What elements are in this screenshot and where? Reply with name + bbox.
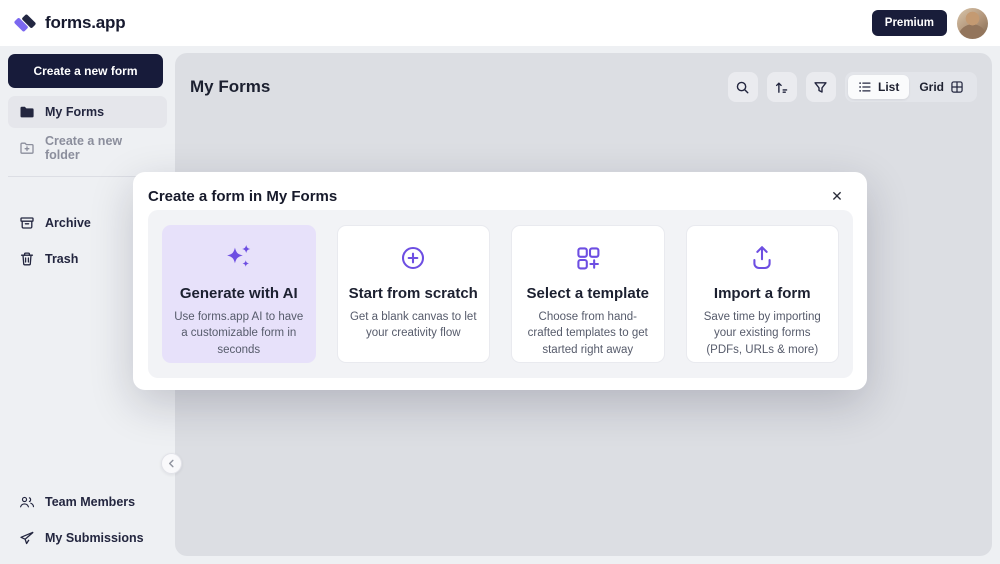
view-toggle-list-label: List [878,80,899,94]
sort-button[interactable] [767,72,797,102]
filter-button[interactable] [806,72,836,102]
grid-icon [950,80,964,94]
card-select-a-template[interactable]: Select a template Choose from hand-craft… [511,225,665,363]
upload-icon [696,238,830,278]
sidebar-item-team-members[interactable]: Team Members [8,486,167,518]
sidebar-item-label: Trash [45,252,78,266]
sidebar-item-my-forms[interactable]: My Forms [8,96,167,128]
sidebar-item-label: Create a new folder [45,134,156,162]
card-description: Choose from hand-crafted templates to ge… [521,309,655,358]
forms-app-logo-icon [12,10,38,36]
filter-icon [813,80,828,95]
close-modal-button[interactable]: ✕ [825,184,849,208]
archive-icon [19,215,35,231]
card-generate-with-ai[interactable]: Generate with AI Use forms.app AI to hav… [162,225,316,363]
brand-name: forms.app [45,13,125,33]
card-description: Use forms.app AI to have a customizable … [172,309,306,358]
plus-circle-icon [347,238,481,278]
trash-icon [19,251,35,267]
view-toggle-grid[interactable]: Grid [909,75,974,99]
template-grid-icon [521,238,655,278]
card-title: Start from scratch [347,285,481,302]
card-import-a-form[interactable]: Import a form Save time by importing you… [686,225,840,363]
paper-plane-icon [19,530,35,546]
premium-button[interactable]: Premium [872,10,947,36]
create-form-modal: Create a form in My Forms ✕ Generate wit… [133,172,867,390]
toolbar: List Grid [728,72,977,102]
chevron-left-icon [167,459,176,468]
modal-header: Create a form in My Forms ✕ [133,172,867,208]
sidebar-item-label: Team Members [45,495,135,509]
team-icon [19,494,35,510]
sidebar-bottom: Team Members My Submissions [0,482,175,558]
folder-plus-icon [19,140,35,156]
search-icon [735,80,750,95]
sidebar-item-label: Archive [45,216,91,230]
sidebar-item-label: My Submissions [45,531,144,545]
card-title: Import a form [696,285,830,302]
list-icon [858,80,872,94]
card-description: Get a blank canvas to let your creativit… [347,309,481,342]
view-toggle-grid-label: Grid [919,80,944,94]
panel-header: My Forms [175,53,992,102]
card-title: Select a template [521,285,655,302]
folder-icon [19,104,35,120]
sidebar-item-label: My Forms [45,105,104,119]
close-icon: ✕ [831,188,843,204]
view-toggle-list[interactable]: List [848,75,909,99]
sidebar-item-create-folder[interactable]: Create a new folder [8,132,167,164]
card-title: Generate with AI [172,285,306,302]
avatar[interactable] [957,8,988,39]
modal-body: Generate with AI Use forms.app AI to hav… [148,210,853,378]
search-button[interactable] [728,72,758,102]
sidebar-item-my-submissions[interactable]: My Submissions [8,522,167,554]
app-header: forms.app Premium [0,0,1000,46]
collapse-sidebar-button[interactable] [161,453,182,474]
card-description: Save time by importing your existing for… [696,309,830,358]
view-toggle: List Grid [845,72,977,102]
modal-title: Create a form in My Forms [148,188,337,205]
page-title: My Forms [190,77,270,97]
card-start-from-scratch[interactable]: Start from scratch Get a blank canvas to… [337,225,491,363]
sparkles-icon [172,238,306,278]
sort-icon [774,80,789,95]
create-new-form-button[interactable]: Create a new form [8,54,163,88]
brand[interactable]: forms.app [12,10,125,36]
